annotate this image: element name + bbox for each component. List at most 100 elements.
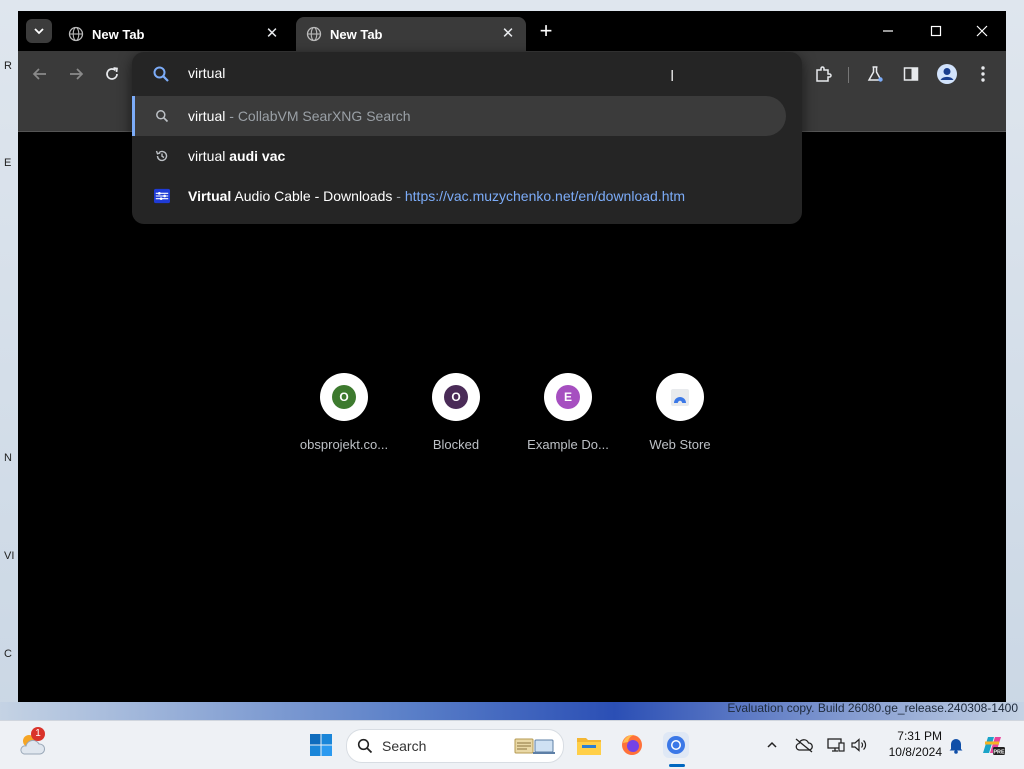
- cloud-off-icon: [795, 738, 813, 753]
- flask-icon: [867, 66, 883, 82]
- shortcut-label: Web Store: [649, 437, 711, 452]
- taskbar-firefox[interactable]: [616, 729, 648, 761]
- weather-notification-badge: 1: [31, 727, 45, 741]
- taskbar-search[interactable]: Search: [346, 729, 564, 763]
- omnibox[interactable]: virtual I: [132, 52, 802, 96]
- close-icon: [976, 25, 988, 37]
- firefox-icon: [622, 734, 642, 755]
- shortcut-letter: O: [444, 385, 468, 409]
- omnibox-input[interactable]: virtual: [188, 65, 225, 81]
- shortcut-letter: E: [556, 385, 580, 409]
- kebab-menu-icon: [981, 66, 985, 82]
- globe-icon: [68, 26, 84, 42]
- search-label: Search: [382, 738, 427, 754]
- history-icon: [154, 148, 170, 164]
- shortcut-icon: O: [432, 373, 480, 421]
- suggestion-title-bold: Virtual: [188, 188, 232, 204]
- desktop-icon-label: R: [4, 60, 12, 72]
- back-button[interactable]: [29, 63, 51, 85]
- shortcut-blocked[interactable]: O Blocked: [408, 373, 504, 452]
- shortcut-web-store[interactable]: Web Store: [632, 373, 728, 452]
- side-panel-icon: [903, 67, 919, 81]
- reload-icon: [106, 67, 118, 80]
- search-icon: [153, 66, 169, 82]
- maximize-button[interactable]: [926, 21, 946, 41]
- tab-title: New Tab: [330, 26, 383, 42]
- arrow-left-icon: [32, 68, 46, 80]
- plus-icon: +: [539, 18, 553, 43]
- suggestion-search[interactable]: virtual - CollabVM SearXNG Search: [132, 96, 786, 136]
- suggestion-title-rest: Audio Cable - Downloads: [231, 188, 393, 204]
- notifications-button[interactable]: [940, 729, 972, 761]
- shortcut-example-domain[interactable]: E Example Do...: [520, 373, 616, 452]
- svg-text:PRE: PRE: [993, 750, 1005, 756]
- suggestion-text: Virtual Audio Cable - Downloads - https:…: [188, 188, 685, 204]
- start-button[interactable]: [305, 729, 337, 761]
- forward-button[interactable]: [65, 63, 87, 85]
- tab-new-tab-2[interactable]: New Tab ✕: [296, 17, 526, 51]
- bell-icon: [949, 739, 963, 754]
- profile-button[interactable]: [936, 63, 958, 85]
- toolbar-separator: [848, 67, 849, 83]
- suggestion-text: virtual audi vac: [188, 148, 285, 164]
- volume-status[interactable]: [843, 729, 875, 761]
- shortcut-icon: [656, 373, 704, 421]
- shortcut-letter: O: [332, 385, 356, 409]
- suggestion-site[interactable]: Virtual Audio Cable - Downloads - https:…: [132, 176, 786, 216]
- tab-search-button[interactable]: [26, 19, 52, 43]
- chevron-down-icon: [34, 28, 44, 35]
- shortcut-label: obsprojekt.co...: [299, 437, 389, 452]
- clock-time: 7:31 PM: [897, 729, 942, 743]
- side-panel-button[interactable]: [900, 63, 922, 85]
- search-icon: [154, 108, 170, 124]
- copilot-button[interactable]: PRE: [976, 729, 1008, 761]
- search-highlight-icon: [514, 738, 555, 754]
- puzzle-icon: [816, 66, 832, 82]
- close-icon[interactable]: ✕: [500, 26, 516, 42]
- suggestion-url: https://vac.muzychenko.net/en/download.h…: [404, 188, 686, 204]
- shortcut-icon: O: [320, 373, 368, 421]
- suggestion-text: virtual - CollabVM SearXNG Search: [188, 108, 411, 124]
- suggestion-history[interactable]: virtual audi vac: [132, 136, 786, 176]
- taskbar: Search 7:31 PM 10/8/2024 PRE: [0, 720, 1024, 769]
- tab-strip: New Tab ✕ New Tab ✕ +: [18, 11, 1006, 51]
- site-favicon-icon: [154, 188, 170, 204]
- desktop-icon-label: E: [4, 157, 12, 169]
- minimize-icon: [883, 30, 893, 32]
- chrome-icon: [663, 732, 689, 758]
- shortcut-obsprojekt[interactable]: O obsprojekt.co...: [296, 373, 392, 452]
- minimize-button[interactable]: [878, 21, 898, 41]
- suggestion-prefix: virtual: [188, 148, 230, 164]
- clock-date: 10/8/2024: [888, 745, 942, 759]
- taskbar-file-explorer[interactable]: [573, 729, 605, 761]
- extensions-button[interactable]: [812, 63, 834, 85]
- shortcut-label: Blocked: [432, 437, 480, 452]
- close-icon[interactable]: ✕: [264, 26, 280, 42]
- avatar-icon: [937, 64, 957, 84]
- suggestion-separator: -: [392, 188, 405, 204]
- labs-button[interactable]: [864, 63, 886, 85]
- system-clock[interactable]: 7:31 PM 10/8/2024: [880, 728, 942, 760]
- desktop-icon-label: C: [4, 648, 12, 660]
- menu-button[interactable]: [972, 63, 994, 85]
- web-store-icon: [671, 389, 689, 406]
- active-app-indicator: [669, 764, 685, 767]
- suggestion-query: virtual: [188, 108, 226, 124]
- folder-icon: [577, 738, 601, 755]
- taskbar-chrome[interactable]: [660, 729, 692, 761]
- desktop-icon-label: VI: [4, 550, 15, 562]
- close-window-button[interactable]: [972, 21, 992, 41]
- arrow-right-icon: [70, 68, 84, 80]
- maximize-icon: [930, 25, 942, 37]
- suggestion-completion: audi vac: [229, 148, 286, 164]
- reload-button[interactable]: [101, 63, 123, 85]
- tab-new-tab-1[interactable]: New Tab ✕: [58, 17, 290, 51]
- search-icon: [357, 738, 373, 754]
- onedrive-status[interactable]: [788, 729, 820, 761]
- evaluation-watermark: Evaluation copy. Build 26080.ge_release.…: [727, 701, 1018, 715]
- show-hidden-icons-button[interactable]: [756, 729, 788, 761]
- new-tab-button[interactable]: +: [536, 18, 556, 43]
- shortcut-label: Example Do...: [527, 437, 609, 452]
- copilot-icon: PRE: [983, 737, 1005, 756]
- globe-icon: [306, 26, 322, 42]
